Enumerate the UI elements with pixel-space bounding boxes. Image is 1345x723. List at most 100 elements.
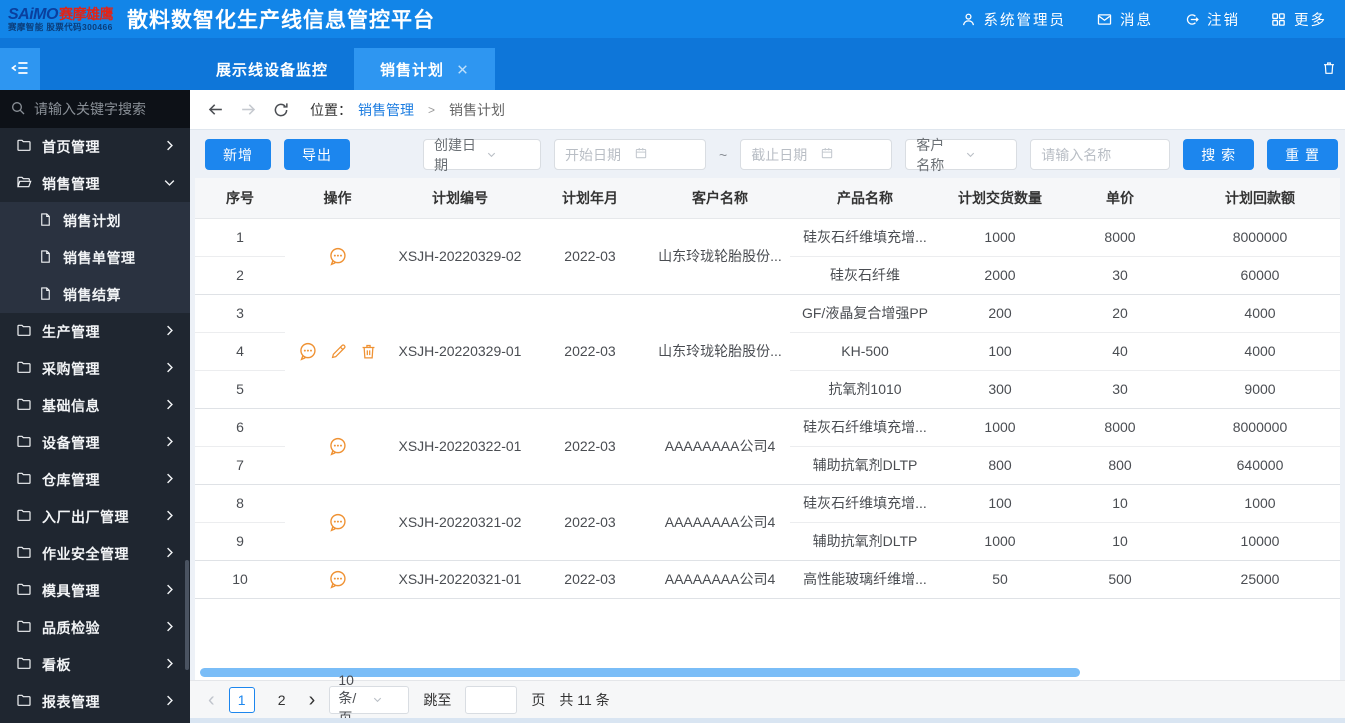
page-size-select[interactable]: 10 条/页 bbox=[329, 672, 410, 723]
sidebar-scrollbar[interactable] bbox=[185, 560, 189, 670]
chevron-down-icon bbox=[486, 147, 530, 163]
cell-seq: 7 bbox=[195, 446, 285, 485]
sidebar-collapse-button[interactable] bbox=[0, 48, 40, 90]
tab-sales-plan[interactable]: 销售计划 bbox=[354, 48, 496, 90]
date-range-separator: ~ bbox=[719, 146, 728, 163]
cell-price: 8000 bbox=[1060, 218, 1180, 257]
search-input[interactable] bbox=[34, 101, 174, 117]
column-header: 序号 bbox=[195, 178, 285, 219]
table-row[interactable]: 3 XSJH-20220329-01 2022-03 山东玲珑轮胎股份... GF/液晶… bbox=[195, 294, 1340, 409]
folder-icon bbox=[16, 692, 32, 711]
cell-qty: 1000 bbox=[940, 218, 1060, 257]
cell-product: 硅灰石纤维填充增... bbox=[790, 218, 940, 257]
comment-icon[interactable] bbox=[297, 341, 318, 362]
horizontal-scrollbar-thumb[interactable] bbox=[200, 668, 1080, 677]
total-count-label: 共 11 条 bbox=[559, 691, 610, 708]
export-button[interactable]: 导出 bbox=[284, 139, 350, 170]
page-2-button[interactable]: 2 bbox=[269, 687, 295, 713]
messages-button[interactable]: 消息 bbox=[1096, 9, 1153, 30]
sidebar-item-13[interactable]: 品质检验 bbox=[0, 609, 190, 646]
sidebar-item-10[interactable]: 入厂出厂管理 bbox=[0, 498, 190, 535]
edit-icon[interactable] bbox=[329, 342, 348, 361]
breadcrumb: 位置： 销售管理 > 销售计划 bbox=[190, 90, 1345, 130]
sidebar-item-14[interactable]: 看板 bbox=[0, 646, 190, 683]
column-header: 计划交货数量 bbox=[940, 178, 1060, 219]
table-row[interactable]: 6 XSJH-20220322-01 2022-03 AAAAAAAA公司4 硅灰石纤维… bbox=[195, 408, 1340, 485]
cell-qty: 2000 bbox=[940, 256, 1060, 295]
refresh-button[interactable] bbox=[272, 101, 290, 119]
tab-device-monitor[interactable]: 展示线设备监控 bbox=[190, 48, 354, 90]
cell-seq: 5 bbox=[195, 370, 285, 409]
sidebar-item-1[interactable]: 销售管理 bbox=[0, 165, 190, 202]
cell-product: 硅灰石纤维填充增... bbox=[790, 484, 940, 523]
open-tabs: 展示线设备监控 销售计划 bbox=[190, 48, 496, 90]
cell-product: 辅助抗氧剂DLTP bbox=[790, 446, 940, 485]
cell-plan-no: XSJH-20220321-02 bbox=[390, 484, 530, 561]
table-row[interactable]: 10 XSJH-20220321-01 2022-03 AAAAAAAA公司4 高性能玻… bbox=[195, 560, 1340, 599]
page-1-button[interactable]: 1 bbox=[228, 686, 255, 713]
comment-icon[interactable] bbox=[327, 436, 348, 457]
sidebar-item-2[interactable]: 销售计划 bbox=[0, 202, 190, 239]
table-row[interactable]: 8 XSJH-20220321-02 2022-03 AAAAAAAA公司4 硅灰石纤维… bbox=[195, 484, 1340, 561]
sidebar-item-12[interactable]: 模具管理 bbox=[0, 572, 190, 609]
table-row[interactable]: 1 XSJH-20220329-02 2022-03 山东玲珑轮胎股份... 硅灰石纤维… bbox=[195, 218, 1340, 295]
customer-select[interactable]: 客户名称 bbox=[905, 137, 1018, 173]
comment-icon[interactable] bbox=[327, 246, 348, 267]
sidebar-item-9[interactable]: 仓库管理 bbox=[0, 461, 190, 498]
comment-icon[interactable] bbox=[327, 569, 348, 590]
cell-seq: 10 bbox=[195, 560, 285, 599]
end-date-input[interactable]: 截止日期 bbox=[740, 139, 893, 170]
cell-product: 抗氧剂1010 bbox=[790, 370, 940, 409]
folder-icon bbox=[16, 359, 32, 378]
reset-button[interactable]: 重 置 bbox=[1267, 139, 1338, 170]
cell-seq: 3 bbox=[195, 294, 285, 333]
search-button[interactable]: 搜 索 bbox=[1183, 139, 1255, 170]
back-button[interactable] bbox=[206, 100, 225, 119]
logo-saimo-text: SAiMO bbox=[8, 5, 58, 23]
next-page-button[interactable]: › bbox=[309, 690, 316, 710]
create-date-select[interactable]: 创建日期 bbox=[423, 137, 542, 173]
cell-amount: 60000 bbox=[1180, 256, 1340, 295]
sidebar-item-5[interactable]: 生产管理 bbox=[0, 313, 190, 350]
sidebar-item-6[interactable]: 采购管理 bbox=[0, 350, 190, 387]
chevron-right-icon bbox=[163, 620, 176, 636]
cell-product: 高性能玻璃纤维增... bbox=[790, 560, 940, 599]
cell-plan-month: 2022-03 bbox=[530, 560, 650, 599]
delete-icon[interactable] bbox=[359, 342, 378, 361]
sidebar-item-4[interactable]: 销售结算 bbox=[0, 276, 190, 313]
chevron-right-icon bbox=[163, 435, 176, 451]
jump-page-input[interactable] bbox=[465, 685, 518, 714]
menu-fold-icon bbox=[10, 58, 30, 81]
toolbar: 新增 导出 创建日期 开始日期 ~ 截止日期 客户名称 搜 索 重 置 bbox=[190, 131, 1345, 178]
forward-button[interactable] bbox=[239, 100, 258, 119]
cell-amount: 10000 bbox=[1180, 522, 1340, 561]
close-icon[interactable] bbox=[456, 63, 469, 76]
sidebar-item-15[interactable]: 报表管理 bbox=[0, 683, 190, 720]
sidebar-item-11[interactable]: 作业安全管理 bbox=[0, 535, 190, 572]
sidebar-item-0[interactable]: 首页管理 bbox=[0, 128, 190, 165]
sidebar-item-label: 销售单管理 bbox=[63, 249, 136, 266]
sidebar-item-label: 采购管理 bbox=[42, 360, 100, 377]
prev-page-button[interactable]: ‹ bbox=[208, 690, 215, 710]
sidebar-item-3[interactable]: 销售单管理 bbox=[0, 239, 190, 276]
name-search-input[interactable] bbox=[1030, 139, 1171, 170]
user-menu[interactable]: 系统管理员 bbox=[960, 9, 1067, 30]
cell-amount: 4000 bbox=[1180, 332, 1340, 371]
cell-product: KH-500 bbox=[790, 332, 940, 371]
chevron-right-icon bbox=[163, 398, 176, 414]
tab-strip: 展示线设备监控 销售计划 bbox=[0, 38, 1345, 90]
more-button[interactable]: 更多 bbox=[1270, 9, 1327, 30]
comment-icon[interactable] bbox=[327, 512, 348, 533]
sidebar-item-7[interactable]: 基础信息 bbox=[0, 387, 190, 424]
logout-button[interactable]: 注销 bbox=[1183, 9, 1240, 30]
start-date-input[interactable]: 开始日期 bbox=[554, 139, 707, 170]
breadcrumb-parent-link[interactable]: 销售管理 bbox=[358, 100, 414, 120]
sidebar-item-8[interactable]: 设备管理 bbox=[0, 424, 190, 461]
sidebar-search[interactable] bbox=[0, 90, 190, 128]
cell-seq: 8 bbox=[195, 484, 285, 523]
chevron-right-icon bbox=[163, 694, 176, 710]
add-button[interactable]: 新增 bbox=[205, 139, 271, 170]
cell-plan-no: XSJH-20220329-02 bbox=[390, 218, 530, 295]
clear-tabs-button[interactable] bbox=[1321, 60, 1337, 79]
main-content: 位置： 销售管理 > 销售计划 新增 导出 创建日期 开始日期 ~ 截止日期 客… bbox=[190, 90, 1345, 723]
